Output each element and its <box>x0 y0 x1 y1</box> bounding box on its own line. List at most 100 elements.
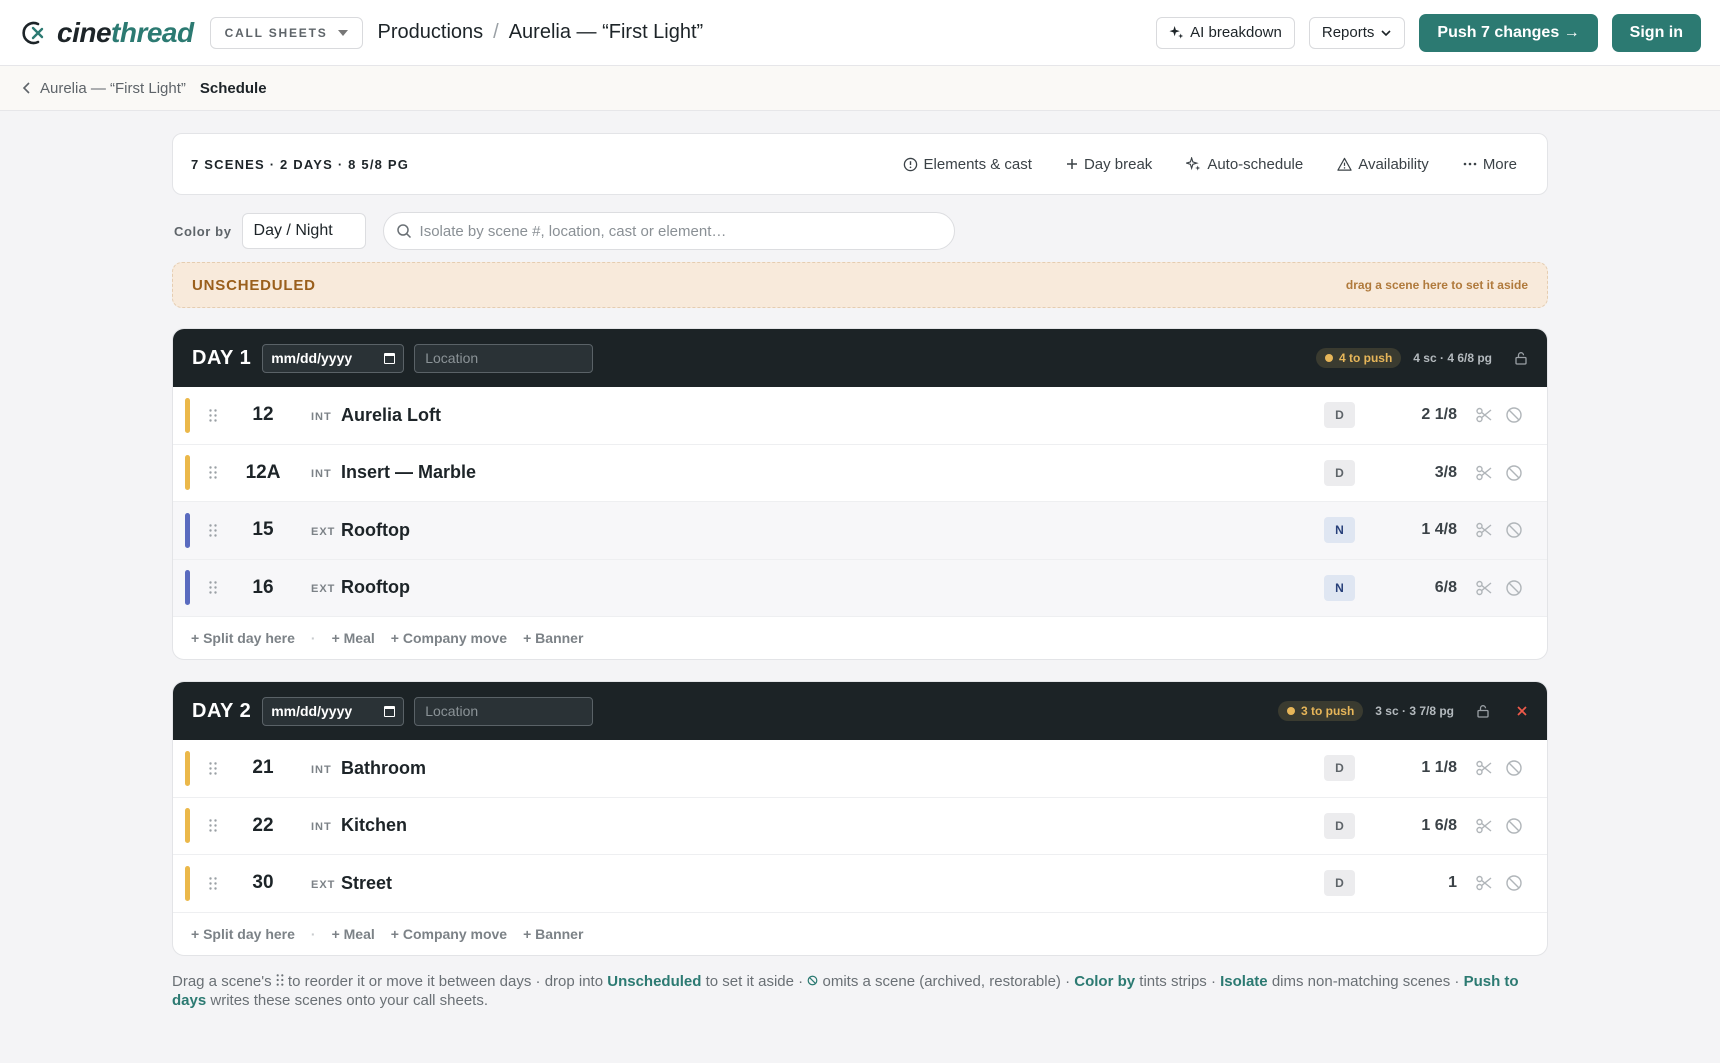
scene-pages: 1 4/8 <box>1421 521 1457 539</box>
split-day-button[interactable]: + Split day here <box>191 926 295 942</box>
split-day-button[interactable]: + Split day here <box>191 630 295 646</box>
caret-down-icon <box>337 29 348 36</box>
ai-breakdown-button[interactable]: AI breakdown <box>1156 16 1295 49</box>
drag-handle-icon[interactable] <box>190 819 236 832</box>
availability-button[interactable]: Availability <box>1337 156 1429 173</box>
help-text: Drag a scene's to reorder it or move it … <box>172 972 1519 1009</box>
back-link[interactable]: Aurelia — “First Light” <box>22 80 186 97</box>
module-switcher[interactable]: CALL SHEETS <box>209 16 363 49</box>
omit-icon[interactable] <box>1505 579 1523 597</box>
day-break-button[interactable]: Day break <box>1066 156 1152 173</box>
chevron-down-icon <box>1381 29 1391 36</box>
scene-number: 15 <box>252 519 274 541</box>
close-icon[interactable] <box>1516 705 1528 717</box>
unlock-icon[interactable] <box>1514 351 1528 365</box>
scissors-icon[interactable] <box>1475 817 1493 835</box>
scissors-icon[interactable] <box>1475 521 1493 539</box>
scene-int-ext: INT <box>311 821 332 834</box>
unscheduled-dropzone[interactable]: UNSCHEDULED drag a scene here to set it … <box>172 262 1548 308</box>
day-date-input[interactable]: mm/dd/yyyy <box>262 696 405 726</box>
scene-pages: 3/8 <box>1434 463 1457 481</box>
to-push-label: 3 to push <box>1300 704 1355 718</box>
day-date-input[interactable]: mm/dd/yyyy <box>262 343 405 373</box>
scissors-icon[interactable] <box>1475 759 1493 777</box>
add-company-move-button[interactable]: + Company move <box>391 926 507 942</box>
more-button[interactable]: More <box>1463 156 1517 173</box>
sparkle-icon <box>1186 156 1201 171</box>
scene-row[interactable]: 21 INT Bathroom D 1 1/8 <box>173 740 1547 798</box>
scissors-icon[interactable] <box>1475 579 1493 597</box>
scissors-icon[interactable] <box>1475 464 1493 482</box>
scene-location: Bathroom <box>341 757 426 778</box>
add-meal-button[interactable]: + Meal <box>332 926 375 942</box>
to-push-badge: 4 to push <box>1315 348 1402 368</box>
add-meal-button[interactable]: + Meal <box>332 630 375 646</box>
scene-pages: 1 6/8 <box>1421 816 1457 834</box>
scene-row[interactable]: 30 EXT Street D 1 <box>173 855 1547 913</box>
unscheduled-hint: drag a scene here to set it aside <box>1345 278 1528 292</box>
push-changes-button[interactable]: Push 7 changes → <box>1419 13 1598 52</box>
drag-handle-icon[interactable] <box>190 409 236 422</box>
sign-in-button[interactable]: Sign in <box>1611 13 1701 52</box>
day-night-badge: N <box>1324 517 1355 544</box>
scissors-icon[interactable] <box>1475 874 1493 892</box>
scene-pages: 1 <box>1448 874 1457 892</box>
drag-handle-icon[interactable] <box>190 524 236 537</box>
scissors-icon[interactable] <box>1475 406 1493 424</box>
breadcrumb-productions[interactable]: Productions <box>378 21 484 44</box>
calendar-icon[interactable] <box>384 352 396 364</box>
calendar-icon[interactable] <box>384 705 396 717</box>
filter-row: Color by Day / Night Isolate by scene #,… <box>172 212 1548 250</box>
dot-icon <box>1324 354 1333 362</box>
scene-row[interactable]: 16 EXT Rooftop N 6/8 <box>173 559 1547 617</box>
schedule-toolbar: 7 SCENES · 2 DAYS · 8 5/8 PG Elements & … <box>172 133 1548 195</box>
scene-number: 12 <box>252 404 274 426</box>
auto-schedule-button[interactable]: Auto-schedule <box>1186 156 1303 173</box>
breadcrumb: Productions / Aurelia — “First Light” <box>378 21 704 44</box>
drag-handle-icon[interactable] <box>190 877 236 890</box>
scene-int-ext: INT <box>311 410 332 423</box>
scene-location: Insert — Marble <box>341 462 477 483</box>
omit-icon[interactable] <box>1505 817 1523 835</box>
drag-handle-icon[interactable] <box>190 762 236 775</box>
day-title: DAY 2 <box>192 699 252 722</box>
day-night-badge: D <box>1324 459 1355 486</box>
drag-handle-icon[interactable] <box>190 581 236 594</box>
day-location-input[interactable]: Location <box>414 696 594 726</box>
date-placeholder: mm/dd/yyyy <box>271 703 353 719</box>
day-night-badge: N <box>1324 574 1355 601</box>
scene-row[interactable]: 12A INT Insert — Marble D 3/8 <box>173 445 1547 502</box>
omit-icon[interactable] <box>1505 759 1523 777</box>
scene-row[interactable]: 15 EXT Rooftop N 1 4/8 <box>173 502 1547 560</box>
unlock-icon[interactable] <box>1476 704 1490 718</box>
ellipsis-icon <box>1463 162 1477 166</box>
breadcrumb-project[interactable]: Aurelia — “First Light” <box>509 21 704 44</box>
isolate-search-input[interactable]: Isolate by scene #, location, cast or el… <box>382 212 955 250</box>
scene-number: 16 <box>252 576 274 598</box>
add-banner-button[interactable]: + Banner <box>523 926 583 942</box>
add-company-move-button[interactable]: + Company move <box>391 630 507 646</box>
drag-handle-icon[interactable] <box>190 466 236 479</box>
day-location-input[interactable]: Location <box>414 343 594 373</box>
omit-icon <box>807 975 818 985</box>
search-icon <box>396 224 411 239</box>
scene-row[interactable]: 12 INT Aurelia Loft D 2 1/8 <box>173 387 1547 445</box>
scene-row[interactable]: 22 INT Kitchen D 1 6/8 <box>173 798 1547 855</box>
omit-icon[interactable] <box>1505 406 1523 424</box>
brand-logo[interactable]: cinethread <box>19 17 194 49</box>
day-stats: 3 sc · 3 7/8 pg <box>1375 704 1454 718</box>
elements-cast-button[interactable]: Elements & cast <box>903 156 1032 173</box>
scene-pages: 1 1/8 <box>1421 759 1457 777</box>
omit-icon[interactable] <box>1505 874 1523 892</box>
scene-int-ext: INT <box>311 468 332 481</box>
unscheduled-label: UNSCHEDULED <box>192 276 316 294</box>
add-banner-button[interactable]: + Banner <box>523 630 583 646</box>
color-by-label: Color by <box>174 223 232 239</box>
omit-icon[interactable] <box>1505 521 1523 539</box>
color-by-select[interactable]: Day / Night <box>241 213 366 249</box>
dot-icon <box>1286 707 1295 715</box>
reports-button[interactable]: Reports <box>1308 16 1406 49</box>
scene-location: Rooftop <box>341 519 410 540</box>
omit-icon[interactable] <box>1505 464 1523 482</box>
elements-cast-label: Elements & cast <box>923 155 1032 173</box>
